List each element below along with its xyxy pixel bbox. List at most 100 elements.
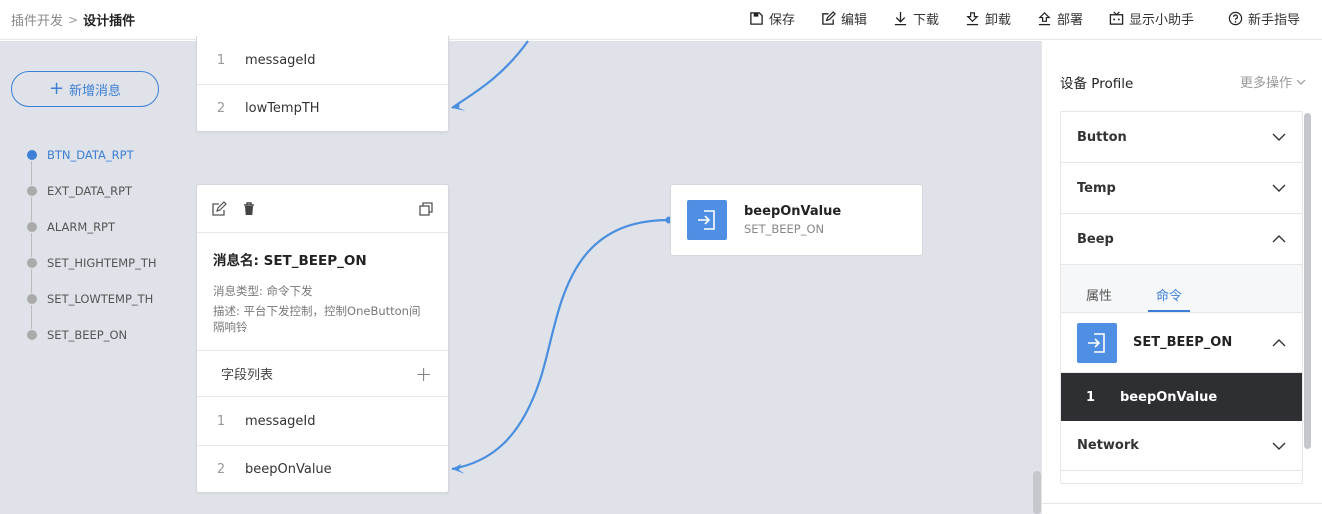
section-temp[interactable]: Temp	[1061, 163, 1302, 214]
uninstall-button[interactable]: 卸载	[965, 9, 1011, 28]
field-name: beepOnValue	[245, 462, 332, 477]
arrow-in-icon	[1077, 322, 1117, 363]
section-network[interactable]: Network	[1061, 421, 1302, 471]
message-dot	[27, 222, 37, 232]
edit-label: 编辑	[841, 13, 868, 28]
breadcrumb: 插件开发 > 设计插件	[11, 10, 136, 30]
message-item-ext-data-rpt[interactable]: EXT_DATA_RPT	[25, 181, 157, 221]
uninstall-label: 卸载	[985, 13, 1012, 28]
tab-properties[interactable]: 属性	[1086, 285, 1112, 312]
profile-section-list: Button Temp Beep 属性 命令 SET_BEEP_ON 1 bee…	[1060, 111, 1303, 484]
field-row[interactable]: 1 messageId	[197, 36, 448, 84]
card-toolbar	[197, 185, 448, 233]
arrow-in-icon	[687, 200, 727, 240]
breadcrumb-parent[interactable]: 插件开发	[11, 10, 63, 29]
message-item-btn-data-rpt[interactable]: BTN_DATA_RPT	[25, 145, 157, 185]
tab-commands[interactable]: 命令	[1148, 285, 1191, 312]
command-field-row[interactable]: 1 beepOnValue	[1061, 373, 1302, 421]
section-name: Network	[1077, 438, 1139, 453]
canvas-scrollbar[interactable]	[1033, 471, 1041, 514]
more-actions-dropdown[interactable]: 更多操作	[1240, 72, 1306, 91]
edit-icon[interactable]	[211, 200, 227, 217]
message-label: EXT_DATA_RPT	[47, 184, 133, 198]
field-row[interactable]: 2 beepOnValue	[197, 445, 448, 493]
deploy-button[interactable]: 部署	[1037, 9, 1083, 28]
copy-icon[interactable]	[418, 201, 434, 217]
delete-icon[interactable]	[241, 201, 257, 217]
field-list-label: 字段列表	[221, 368, 274, 383]
field-row[interactable]: 1 messageId	[197, 397, 448, 445]
show-assistant-button[interactable]: 显示小助手	[1109, 9, 1194, 28]
message-label: BTN_DATA_RPT	[47, 148, 134, 162]
message-label: SET_BEEP_ON	[47, 328, 128, 342]
chevron-up-icon	[1272, 235, 1286, 243]
add-message-button[interactable]: + 新增消息	[11, 71, 159, 107]
message-label: SET_LOWTEMP_TH	[47, 292, 154, 306]
beep-tabs: 属性 命令	[1061, 265, 1302, 313]
command-name: SET_BEEP_ON	[1133, 335, 1233, 350]
add-message-label: 新增消息	[69, 83, 122, 99]
section-name: Temp	[1077, 180, 1116, 196]
download-icon	[894, 11, 907, 26]
message-dot	[27, 150, 37, 160]
section-name: Button	[1077, 129, 1127, 145]
field-index: 1	[216, 52, 226, 68]
edit-button[interactable]: 编辑	[821, 9, 867, 28]
message-type: 消息类型: 命令下发	[213, 284, 313, 298]
more-actions-label: 更多操作	[1240, 76, 1293, 91]
breadcrumb-current: 设计插件	[83, 14, 136, 29]
panel-scrollbar[interactable]	[1304, 113, 1311, 449]
section-button[interactable]: Button	[1061, 112, 1302, 163]
field-name: lowTempTH	[245, 101, 320, 116]
profile-title: 设备 Profile	[1060, 76, 1134, 92]
command-node-subtitle: SET_BEEP_ON	[744, 222, 825, 236]
field-index: 2	[216, 101, 226, 116]
command-item-set-beep-on[interactable]: SET_BEEP_ON	[1061, 313, 1302, 373]
message-title: 消息名: SET_BEEP_ON	[213, 253, 367, 269]
field-name: beepOnValue	[1120, 389, 1218, 405]
chevron-down-icon	[1272, 133, 1286, 141]
message-description-line1: 描述: 平台下发控制，控制OneButton间	[213, 304, 421, 318]
message-card-set-beep-on[interactable]: 消息名: SET_BEEP_ON 消息类型: 命令下发 描述: 平台下发控制，控…	[196, 184, 449, 493]
command-node[interactable]: beepOnValue SET_BEEP_ON	[670, 184, 923, 256]
message-info: 消息名: SET_BEEP_ON 消息类型: 命令下发 描述: 平台下发控制，控…	[197, 233, 448, 351]
assistant-icon	[1109, 11, 1124, 25]
message-item-set-hightemp-th[interactable]: SET_HIGHTEMP_TH	[25, 253, 157, 293]
top-bar: 插件开发 > 设计插件 保存 编辑 下载 卸载 部署 显示小助手 新手指导	[0, 0, 1322, 40]
message-label: ALARM_RPT	[47, 220, 116, 234]
message-description-line2: 隔响铃	[213, 320, 248, 334]
field-row[interactable]: 2 lowTempTH	[197, 84, 448, 132]
guide-button[interactable]: 新手指导	[1228, 9, 1300, 28]
chevron-down-icon	[1272, 184, 1286, 192]
help-icon	[1228, 11, 1243, 26]
message-dot	[27, 186, 37, 196]
save-label: 保存	[769, 13, 796, 28]
add-field-icon[interactable]: +	[415, 364, 432, 384]
message-item-set-lowtemp-th[interactable]: SET_LOWTEMP_TH	[25, 289, 157, 329]
panel-divider	[1042, 503, 1322, 504]
message-list: BTN_DATA_RPT EXT_DATA_RPT ALARM_RPT SET_…	[25, 145, 157, 361]
download-button[interactable]: 下载	[893, 9, 939, 28]
field-name: messageId	[245, 52, 316, 68]
save-icon	[750, 12, 763, 25]
edit-icon	[822, 11, 836, 25]
field-list-header: 字段列表 +	[197, 351, 448, 397]
section-name: Beep	[1077, 231, 1114, 247]
field-name: messageId	[245, 413, 316, 429]
assistant-label: 显示小助手	[1129, 13, 1195, 28]
section-beep[interactable]: Beep	[1061, 214, 1302, 265]
field-index: 2	[216, 462, 226, 477]
deploy-icon	[1038, 12, 1051, 26]
download-label: 下载	[913, 13, 940, 28]
chevron-down-icon	[1272, 442, 1286, 450]
uninstall-icon	[966, 12, 979, 26]
message-dot	[27, 294, 37, 304]
message-item-set-beep-on[interactable]: SET_BEEP_ON	[25, 325, 157, 361]
chevron-up-icon[interactable]	[1272, 336, 1286, 350]
field-index: 1	[1086, 389, 1096, 405]
save-button[interactable]: 保存	[749, 9, 795, 28]
chevron-down-icon	[1296, 79, 1306, 85]
message-item-alarm-rpt[interactable]: ALARM_RPT	[25, 217, 157, 257]
message-card-previous[interactable]: 1 messageId 2 lowTempTH	[196, 36, 449, 132]
message-dot	[27, 258, 37, 268]
